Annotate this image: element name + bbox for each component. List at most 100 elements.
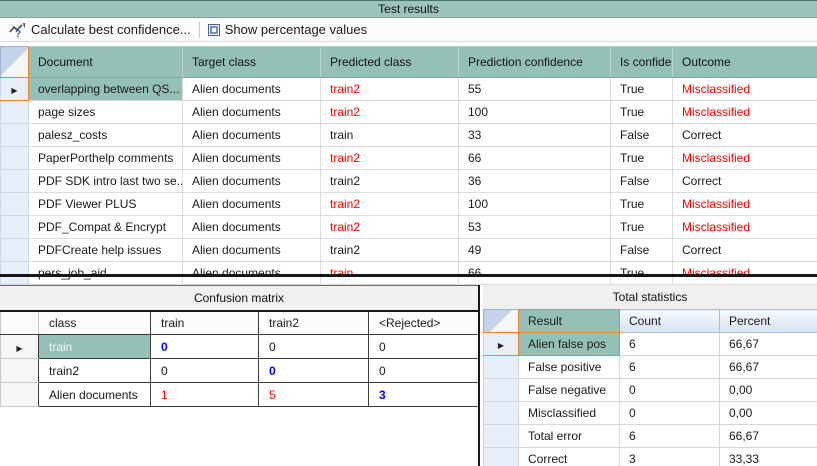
cell[interactable]: 66,67 [720, 425, 817, 448]
cell[interactable]: 100 [459, 101, 611, 124]
row-header[interactable] [1, 359, 39, 383]
row-header[interactable] [1, 383, 39, 407]
cell[interactable]: 0 [259, 335, 369, 359]
cell[interactable]: train2 [321, 147, 459, 170]
cell[interactable]: 66,67 [720, 356, 817, 379]
cell[interactable]: 5 [259, 383, 369, 407]
cell[interactable]: 0 [620, 379, 720, 402]
row-header[interactable] [484, 425, 519, 448]
column-header-rejected[interactable]: <Rejected> [369, 311, 479, 335]
cell[interactable]: 53 [459, 216, 611, 239]
column-header-count[interactable]: Count [620, 310, 720, 333]
cell[interactable]: 49 [459, 239, 611, 262]
row-header[interactable] [1, 147, 29, 170]
cell[interactable]: False positive [519, 356, 620, 379]
cell[interactable]: 0 [151, 359, 259, 383]
row-header[interactable] [1, 262, 29, 285]
cell[interactable]: 6 [620, 356, 720, 379]
column-header-class[interactable]: class [39, 311, 151, 335]
row-header[interactable] [1, 170, 29, 193]
cell[interactable]: 0,00 [720, 379, 817, 402]
cell[interactable]: Correct [673, 170, 817, 193]
cell[interactable]: Misclassified [673, 147, 817, 170]
cell[interactable]: Alien documents [183, 216, 321, 239]
cell[interactable]: Alien documents [183, 78, 321, 101]
column-header-train2[interactable]: train2 [259, 311, 369, 335]
column-header-outcome[interactable]: Outcome [673, 47, 817, 78]
cell[interactable]: 0 [259, 359, 369, 383]
cell[interactable]: PDF_Compat & Encrypt [29, 216, 183, 239]
select-all-corner[interactable] [1, 311, 39, 335]
cell[interactable]: train [39, 335, 151, 359]
column-header-is-confident[interactable]: Is confident? [611, 47, 673, 78]
cell[interactable]: True [611, 101, 673, 124]
cell[interactable]: 100 [459, 193, 611, 216]
cell[interactable]: 66 [459, 147, 611, 170]
row-header[interactable] [1, 124, 29, 147]
cell[interactable]: True [611, 147, 673, 170]
cell[interactable]: Alien documents [183, 124, 321, 147]
cell[interactable]: 33 [459, 124, 611, 147]
row-header[interactable] [484, 356, 519, 379]
cell[interactable]: 3 [620, 448, 720, 466]
column-header-document[interactable]: Document [29, 47, 183, 78]
cell[interactable]: PDF SDK intro last two se... [29, 170, 183, 193]
cell[interactable]: Correct [673, 124, 817, 147]
cell[interactable]: train2 [321, 193, 459, 216]
show-percentage-values-button[interactable]: Show percentage values [203, 20, 372, 39]
cell[interactable]: pers_job_aid [29, 262, 183, 285]
cell[interactable]: Misclassified [673, 101, 817, 124]
cell[interactable]: Alien documents [183, 101, 321, 124]
cell[interactable]: 0,00 [720, 402, 817, 425]
cell[interactable]: 3 [369, 383, 479, 407]
cell[interactable]: 0 [620, 402, 720, 425]
cell[interactable]: True [611, 78, 673, 101]
cell[interactable]: train [321, 262, 459, 285]
cell[interactable]: 0 [369, 359, 479, 383]
cell[interactable]: Alien documents [183, 193, 321, 216]
cell[interactable]: False [611, 239, 673, 262]
cell[interactable]: 55 [459, 78, 611, 101]
cell[interactable]: PDF Viewer PLUS [29, 193, 183, 216]
cell[interactable]: 66,67 [720, 333, 817, 356]
cell[interactable]: train2 [321, 78, 459, 101]
cell[interactable]: train2 [321, 216, 459, 239]
row-header[interactable] [1, 216, 29, 239]
cell[interactable]: Alien false pos [519, 333, 620, 356]
row-header[interactable] [484, 448, 519, 466]
column-header-train[interactable]: train [151, 311, 259, 335]
column-header-predicted-class[interactable]: Predicted class [321, 47, 459, 78]
cell[interactable]: train2 [321, 101, 459, 124]
column-header-result[interactable]: Result [519, 310, 620, 333]
cell[interactable]: 6 [620, 333, 720, 356]
cell[interactable]: Misclassified [673, 216, 817, 239]
cell[interactable]: True [611, 262, 673, 285]
cell[interactable]: train2 [321, 239, 459, 262]
cell[interactable]: True [611, 193, 673, 216]
cell[interactable]: Misclassified [673, 78, 817, 101]
row-header[interactable] [484, 379, 519, 402]
calculate-best-confidence-button[interactable]: ? Calculate best confidence... [4, 20, 196, 40]
cell[interactable]: 1 [151, 383, 259, 407]
cell[interactable]: overlapping between QS... [29, 78, 183, 101]
column-header-target-class[interactable]: Target class [183, 47, 321, 78]
cell[interactable]: 0 [151, 335, 259, 359]
cell[interactable]: page sizes [29, 101, 183, 124]
cell[interactable]: 36 [459, 170, 611, 193]
cell[interactable]: Alien documents [183, 170, 321, 193]
cell[interactable]: False negative [519, 379, 620, 402]
row-header[interactable]: ▶ [484, 333, 519, 356]
cell[interactable]: Alien documents [39, 383, 151, 407]
cell[interactable]: False [611, 170, 673, 193]
row-header[interactable] [484, 402, 519, 425]
cell[interactable]: train2 [321, 170, 459, 193]
cell[interactable]: Correct [519, 448, 620, 466]
cell[interactable]: True [611, 216, 673, 239]
select-all-corner[interactable] [1, 47, 29, 78]
cell[interactable]: Correct [673, 239, 817, 262]
cell[interactable]: train [321, 124, 459, 147]
cell[interactable]: Alien documents [183, 262, 321, 285]
cell[interactable]: Total error [519, 425, 620, 448]
cell[interactable]: Misclassified [519, 402, 620, 425]
cell[interactable]: Misclassified [673, 262, 817, 285]
